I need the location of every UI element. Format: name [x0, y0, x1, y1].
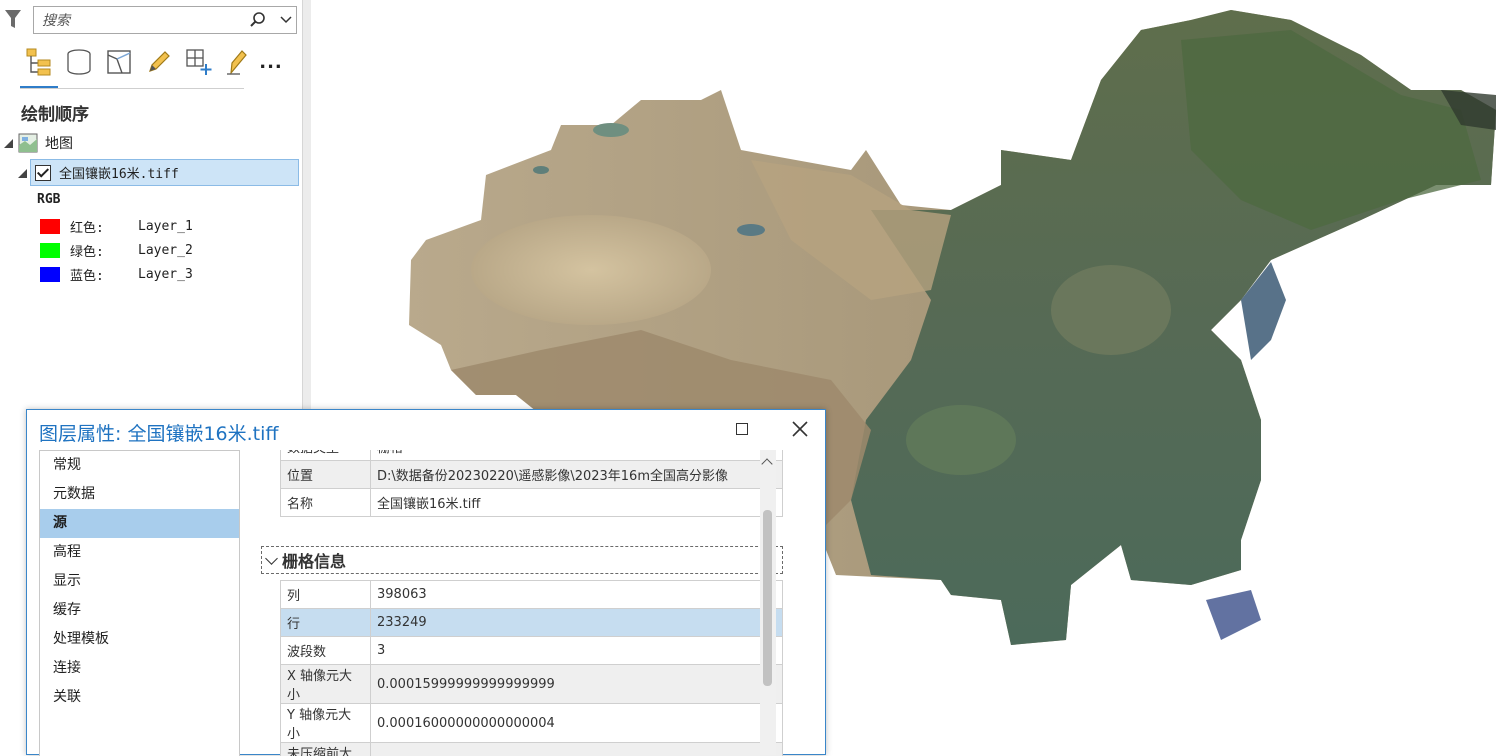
- band-row-blue: 蓝色: Layer_3: [40, 263, 193, 285]
- contents-toolbar: ...: [18, 45, 298, 87]
- prop-key: 列: [281, 581, 371, 609]
- list-by-snapping-button[interactable]: [182, 45, 216, 79]
- dialog-title: 图层属性: 全国镶嵌16米.tiff: [39, 419, 278, 446]
- table-row[interactable]: 波段数 3: [281, 637, 783, 665]
- search-input[interactable]: [40, 10, 244, 32]
- section-title: 绘制顺序: [21, 100, 89, 125]
- prop-value: 398063: [371, 581, 783, 609]
- prop-key: X 轴像元大小: [281, 665, 371, 704]
- prop-key: 波段数: [281, 637, 371, 665]
- prop-value: D:\数据备份20230220\遥感影像\2023年16m全国高分影像: [371, 461, 783, 489]
- raster-info-group-header[interactable]: 栅格信息: [261, 546, 783, 574]
- search-box[interactable]: [33, 6, 297, 34]
- nav-item-joins[interactable]: 连接: [40, 654, 239, 683]
- prop-key: 数据类型: [281, 450, 371, 461]
- toolbar-divider: [20, 88, 244, 89]
- group-title: 栅格信息: [282, 548, 346, 572]
- drawing-order-icon: [24, 47, 54, 77]
- nav-item-processing-templates[interactable]: 处理模板: [40, 625, 239, 654]
- prop-value: 259.41 GB: [371, 743, 783, 756]
- list-by-labeling-button[interactable]: [220, 45, 254, 79]
- list-by-drawing-order-button[interactable]: [22, 45, 56, 79]
- layer-properties-dialog: 图层属性: 全国镶嵌16米.tiff 常规 元数据 源 高程 显示 缓存 处理模…: [26, 409, 826, 755]
- nav-item-display[interactable]: 显示: [40, 567, 239, 596]
- database-icon: [64, 47, 94, 77]
- prop-value: 233249: [371, 609, 783, 637]
- prop-value: 0.00016000000000000004: [371, 704, 783, 743]
- source-pane: 数据类型 栅格 位置 D:\数据备份20230220\遥感影像\2023年16m…: [253, 450, 813, 756]
- band-layer: Layer_2: [138, 243, 193, 258]
- nav-item-cache[interactable]: 缓存: [40, 596, 239, 625]
- maximize-icon[interactable]: [736, 423, 748, 435]
- band-layer: Layer_3: [138, 267, 193, 282]
- layer-visibility-checkbox[interactable]: [35, 165, 51, 181]
- band-channel: 蓝色:: [70, 265, 138, 284]
- collapse-map-icon[interactable]: [4, 139, 13, 148]
- snapping-grid-icon: [184, 47, 214, 77]
- list-by-data-source-button[interactable]: [62, 45, 96, 79]
- map-icon: [18, 133, 38, 153]
- table-row-selected[interactable]: 行 233249: [281, 609, 783, 637]
- nav-item-relates[interactable]: 关联: [40, 683, 239, 712]
- pencil-icon: [144, 47, 174, 77]
- chevron-down-icon: [265, 552, 278, 565]
- collapse-layer-icon[interactable]: [18, 169, 27, 178]
- green-swatch: [40, 243, 60, 258]
- band-row-green: 绿色: Layer_2: [40, 239, 193, 261]
- filter-icon[interactable]: [4, 8, 22, 30]
- raster-info-table: 列 398063 行 233249 波段数 3 X 轴像元大小 0.000159…: [280, 580, 783, 756]
- prop-value: 全国镶嵌16米.tiff: [371, 489, 783, 517]
- nav-item-general[interactable]: 常规: [40, 451, 239, 480]
- list-by-editing-button[interactable]: [142, 45, 176, 79]
- table-row: 数据类型 栅格: [281, 450, 783, 461]
- nav-item-source[interactable]: 源: [40, 509, 239, 538]
- prop-key: 位置: [281, 461, 371, 489]
- prop-value: 3: [371, 637, 783, 665]
- band-row-red: 红色: Layer_1: [40, 215, 193, 237]
- scrollbar-thumb[interactable]: [763, 510, 772, 686]
- vertical-scrollbar[interactable]: [760, 450, 776, 755]
- chevron-down-icon[interactable]: [277, 11, 295, 29]
- prop-key: 未压缩前大小: [281, 743, 371, 756]
- search-icon[interactable]: [249, 11, 267, 29]
- prop-key: Y 轴像元大小: [281, 704, 371, 743]
- red-swatch: [40, 219, 60, 234]
- prop-key: 名称: [281, 489, 371, 517]
- table-row[interactable]: 列 398063: [281, 581, 783, 609]
- more-options-button[interactable]: ...: [254, 45, 288, 79]
- label-pen-icon: [222, 47, 252, 77]
- band-layer: Layer_1: [138, 219, 193, 234]
- list-by-selection-button[interactable]: [102, 45, 136, 79]
- table-row: 位置 D:\数据备份20230220\遥感影像\2023年16m全国高分影像: [281, 461, 783, 489]
- data-source-table: 数据类型 栅格 位置 D:\数据备份20230220\遥感影像\2023年16m…: [280, 450, 783, 517]
- table-row[interactable]: 未压缩前大小 259.41 GB: [281, 743, 783, 756]
- prop-value: 0.00015999999999999999: [371, 665, 783, 704]
- table-row[interactable]: X 轴像元大小 0.00015999999999999999: [281, 665, 783, 704]
- band-channel: 红色:: [70, 217, 138, 236]
- map-label: 地图: [45, 133, 73, 153]
- renderer-label: RGB: [37, 192, 60, 207]
- table-row: 名称 全国镶嵌16米.tiff: [281, 489, 783, 517]
- prop-value: 栅格: [371, 450, 783, 461]
- properties-nav: 常规 元数据 源 高程 显示 缓存 处理模板 连接 关联: [39, 450, 240, 756]
- map-selection-icon: [104, 47, 134, 77]
- nav-item-metadata[interactable]: 元数据: [40, 480, 239, 509]
- table-row[interactable]: Y 轴像元大小 0.00016000000000000004: [281, 704, 783, 743]
- layer-label: 全国镶嵌16米.tiff: [59, 163, 179, 182]
- map-node[interactable]: 地图: [18, 130, 73, 156]
- prop-key: 行: [281, 609, 371, 637]
- band-channel: 绿色:: [70, 241, 138, 260]
- close-icon[interactable]: [789, 418, 811, 440]
- blue-swatch: [40, 267, 60, 282]
- layer-node[interactable]: 全国镶嵌16米.tiff: [30, 159, 299, 186]
- nav-item-elevation[interactable]: 高程: [40, 538, 239, 567]
